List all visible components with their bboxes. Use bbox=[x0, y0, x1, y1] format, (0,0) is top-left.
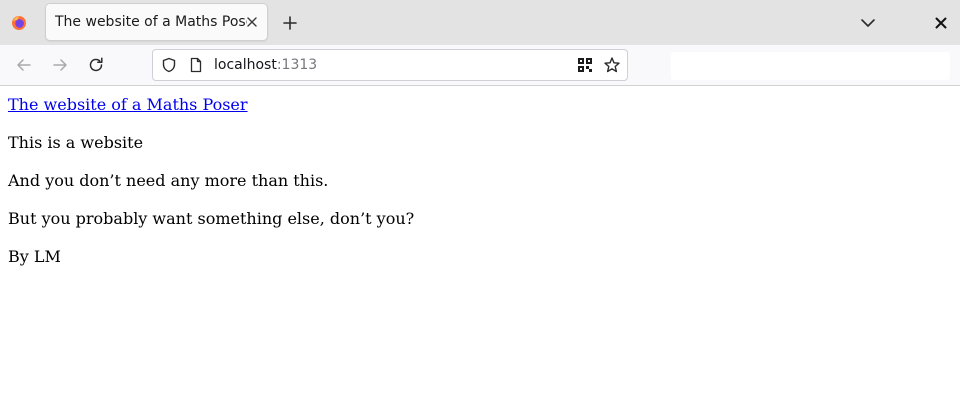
window-close-icon[interactable] bbox=[934, 16, 948, 30]
close-tab-icon[interactable] bbox=[245, 15, 259, 29]
url-host: localhost bbox=[214, 57, 277, 73]
qr-code-icon[interactable] bbox=[577, 57, 593, 73]
page-info-icon[interactable] bbox=[189, 57, 203, 73]
paragraph-3: But you probably want something else, do… bbox=[8, 209, 415, 228]
tracking-protection-shield-icon[interactable] bbox=[161, 57, 177, 73]
tab-strip: The website of a Maths Poser bbox=[0, 0, 960, 45]
bookmark-star-icon[interactable] bbox=[603, 56, 621, 74]
firefox-icon[interactable] bbox=[11, 15, 27, 31]
reload-icon[interactable] bbox=[87, 56, 105, 74]
back-arrow-icon[interactable] bbox=[15, 56, 33, 74]
navigation-toolbar: localhost:1313 bbox=[0, 45, 960, 86]
browser-window: The website of a Maths Poser localhost:1… bbox=[0, 0, 960, 411]
paragraph-2: And you don’t need any more than this. bbox=[8, 171, 329, 190]
new-tab-icon[interactable] bbox=[281, 14, 299, 32]
tab-title: The website of a Maths Poser bbox=[55, 14, 247, 30]
url-port: :1313 bbox=[276, 57, 318, 73]
paragraph-1: This is a website bbox=[8, 133, 144, 152]
chevron-down-icon[interactable] bbox=[859, 15, 877, 31]
author-line: By LM bbox=[8, 247, 61, 266]
site-title-link[interactable]: The website of a Maths Poser bbox=[8, 95, 248, 114]
page-content: The website of a Maths Poser This is a w… bbox=[0, 86, 960, 411]
url-bar[interactable]: localhost:1313 bbox=[152, 49, 628, 81]
search-box[interactable] bbox=[671, 52, 950, 80]
url-text[interactable]: localhost:1313 bbox=[214, 57, 317, 73]
site-title-paragraph: The website of a Maths Poser bbox=[8, 95, 248, 114]
tab-active[interactable]: The website of a Maths Poser bbox=[46, 4, 267, 40]
forward-arrow-icon[interactable] bbox=[51, 56, 69, 74]
